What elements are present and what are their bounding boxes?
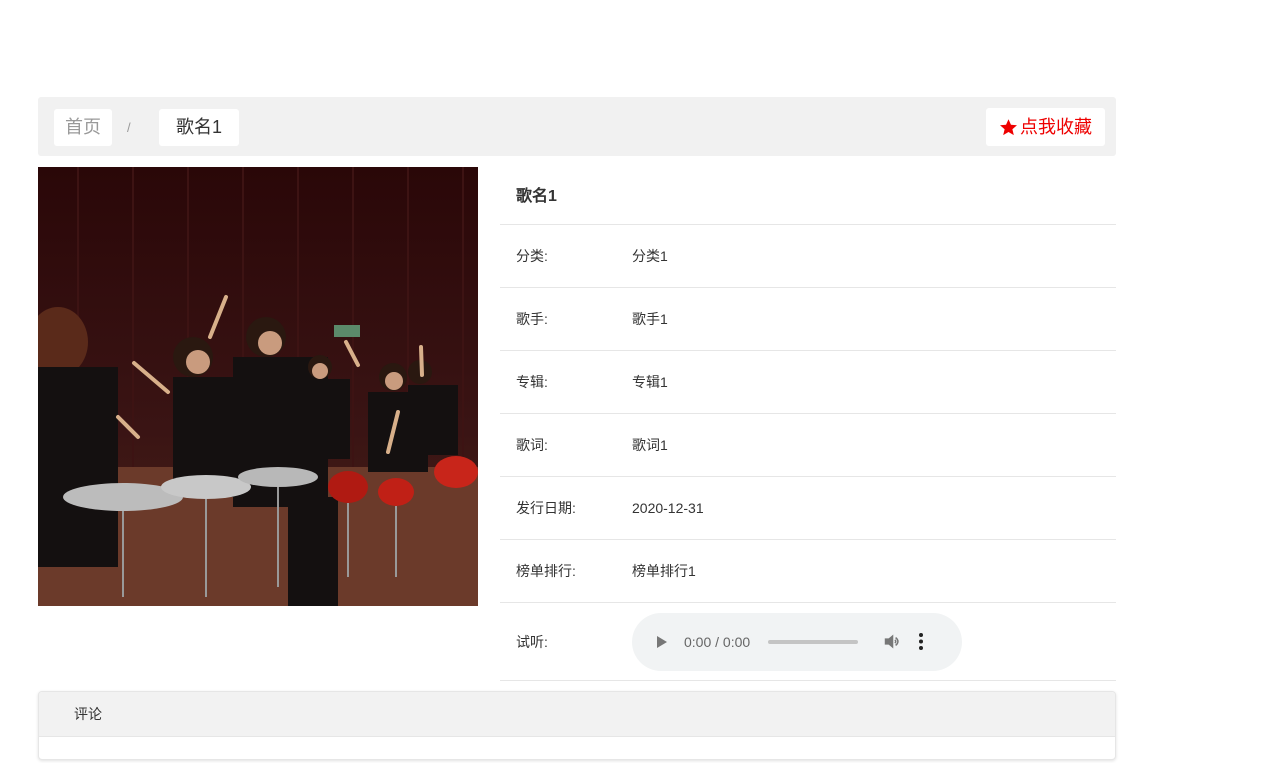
field-row-category: 分类: 分类1 (500, 225, 1116, 288)
audio-player[interactable]: 0:00 / 0:00 (632, 612, 962, 671)
field-label: 歌词: (516, 437, 548, 453)
field-row-album: 专辑: 专辑1 (500, 351, 1116, 414)
field-label: 分类: (516, 248, 548, 264)
page-container: 首页 / 歌名1 点我收藏 歌名1 分类: 分类1 歌手: 歌手1 专辑: 专辑… (38, 97, 1116, 681)
field-row-lyrics: 歌词: 歌词1 (500, 414, 1116, 477)
song-info-panel: 歌名1 分类: 分类1 歌手: 歌手1 专辑: 专辑1 歌词: 歌词1 发行日期… (500, 167, 1116, 681)
album-cover-image (38, 167, 478, 606)
field-label: 试听: (516, 633, 548, 650)
field-label: 发行日期: (516, 500, 576, 516)
field-row-release-date: 发行日期: 2020-12-31 (500, 477, 1116, 540)
song-detail: 歌名1 分类: 分类1 歌手: 歌手1 专辑: 专辑1 歌词: 歌词1 发行日期… (38, 156, 1116, 681)
field-row-preview: 试听: 0:00 / 0:00 (500, 603, 1116, 681)
breadcrumb-current: 歌名1 (159, 109, 240, 146)
breadcrumb: 首页 / 歌名1 点我收藏 (38, 97, 1116, 156)
song-title: 歌名1 (500, 167, 1116, 225)
more-options-icon[interactable] (919, 633, 924, 650)
audio-progress-slider[interactable] (768, 639, 859, 644)
field-value: 分类1 (632, 248, 668, 264)
breadcrumb-separator: / (127, 120, 131, 135)
field-value: 榜单排行1 (632, 563, 696, 579)
field-label: 专辑: (516, 374, 548, 390)
field-row-singer: 歌手: 歌手1 (500, 288, 1116, 351)
breadcrumb-home-link[interactable]: 首页 (54, 109, 112, 146)
play-icon[interactable] (657, 635, 667, 648)
field-value: 歌词1 (632, 437, 668, 453)
field-value: 2020-12-31 (632, 500, 704, 516)
favorite-button-label: 点我收藏 (1020, 117, 1092, 137)
field-label: 歌手: (516, 311, 548, 327)
field-value: 歌手1 (632, 311, 668, 327)
comments-title: 评论 (39, 692, 1115, 737)
favorite-button[interactable]: 点我收藏 (986, 108, 1105, 146)
field-label: 榜单排行: (516, 563, 576, 579)
field-value: 专辑1 (632, 374, 668, 390)
field-row-chart-rank: 榜单排行: 榜单排行1 (500, 540, 1116, 603)
volume-icon[interactable] (883, 633, 902, 650)
comments-panel: 评论 (38, 691, 1116, 760)
audio-time: 0:00 / 0:00 (684, 633, 751, 650)
star-icon (1000, 118, 1017, 135)
cover-photo (38, 167, 478, 606)
